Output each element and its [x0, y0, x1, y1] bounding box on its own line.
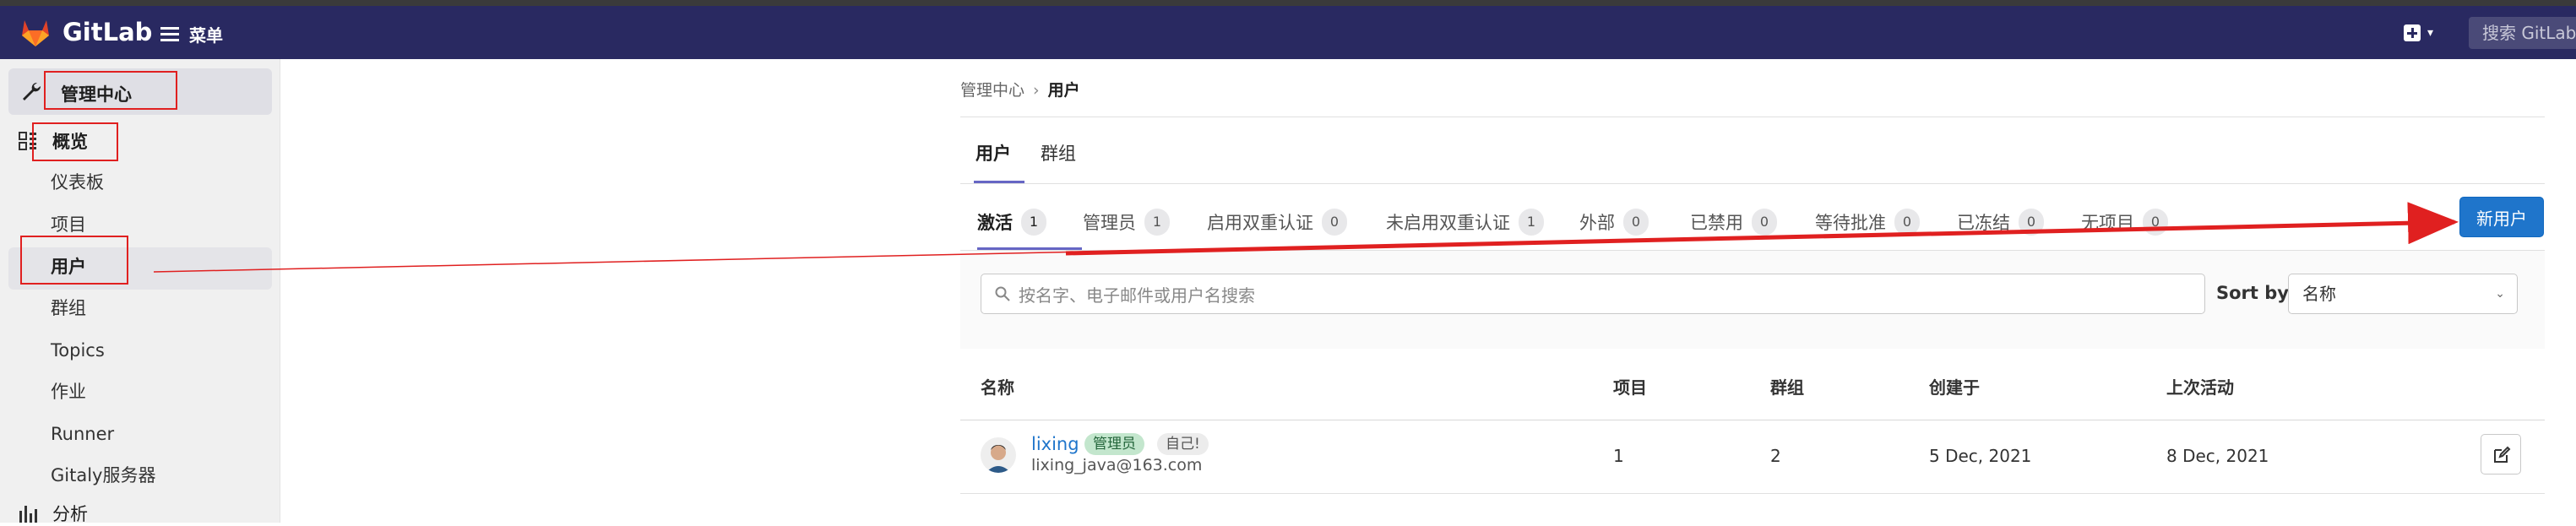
tab-groups[interactable]: 群组	[1041, 137, 1076, 183]
filter-tab-2fa-enabled[interactable]: 启用双重认证 0	[1207, 194, 1347, 250]
column-header-last-activity: 上次活动	[2166, 377, 2234, 398]
filter-bar: 按名字、电子邮件或用户名搜索 Sort by 名称 ⌄	[960, 251, 2545, 349]
filter-tab-label: 激活	[977, 213, 1013, 233]
count-badge: 0	[2019, 209, 2044, 236]
breadcrumb-parent[interactable]: 管理中心	[960, 81, 1024, 100]
sidebar-header-admin[interactable]: 管理中心	[8, 68, 272, 115]
sort-dropdown[interactable]: 名称 ⌄	[2288, 274, 2518, 314]
breadcrumb-chevron-icon: ›	[1033, 81, 1040, 100]
top-navbar: GitLab 菜单 ▾ 搜索 GitLab	[0, 6, 2576, 59]
user-name-link[interactable]: lixing	[1031, 434, 1079, 454]
edit-user-button[interactable]	[2481, 434, 2521, 474]
count-badge: 0	[1322, 209, 1347, 236]
count-badge: 0	[1752, 209, 1777, 236]
admin-sidebar: 管理中心 概览 仪表板 项目 用户 群组 Topics 作业 Runner Gi…	[0, 59, 280, 524]
plus-square-icon	[2404, 24, 2421, 41]
sidebar-item-projects[interactable]: 项目	[51, 212, 86, 237]
user-filter-tabs: 激活 1 管理员 1 启用双重认证 0 未启用双重认证 1 外部 0 已禁用 0 等待批准 0…	[960, 194, 2545, 251]
sidebar-section-label: 概览	[52, 132, 88, 152]
filter-tab-label: 无项目	[2081, 213, 2134, 233]
filter-tab-active[interactable]: 激活 1	[977, 194, 1082, 250]
sidebar-item-jobs[interactable]: 作业	[51, 379, 86, 404]
filter-tab-pending-approval[interactable]: 等待批准 0	[1815, 194, 1920, 250]
sidebar-active-highlight	[8, 247, 272, 290]
sort-value: 名称	[2302, 284, 2336, 304]
filter-tab-without-projects[interactable]: 无项目 0	[2081, 194, 2168, 250]
hamburger-icon	[160, 26, 179, 41]
tab-users[interactable]: 用户	[974, 137, 1024, 183]
global-search-input[interactable]: 搜索 GitLab	[2469, 17, 2576, 49]
self-badge: 自己!	[1157, 433, 1209, 455]
filter-tab-external[interactable]: 外部 0	[1579, 194, 1649, 250]
breadcrumb-current: 用户	[1047, 81, 1080, 100]
sidebar-item-runner[interactable]: Runner	[51, 421, 114, 447]
filter-tab-label: 等待批准	[1815, 213, 1886, 233]
analytics-chart-icon	[19, 506, 37, 523]
sort-label: Sort by	[2216, 283, 2289, 303]
top-tabs: 用户 群组	[960, 137, 2545, 184]
user-created-date: 5 Dec, 2021	[1929, 446, 2032, 466]
count-badge: 0	[1894, 209, 1920, 236]
sidebar-item-users[interactable]: 用户	[51, 254, 86, 279]
new-dropdown-button[interactable]: ▾	[2404, 21, 2443, 45]
user-email: lixing_java@163.com	[1031, 456, 1203, 474]
sidebar-item-gitaly[interactable]: Gitaly服务器	[51, 463, 155, 488]
table-row: lixing 管理员 自己! lixing_java@163.com 1 2 5…	[960, 420, 2545, 494]
window-top-strip	[0, 0, 2576, 6]
filter-tab-label: 未启用双重认证	[1386, 213, 1510, 233]
sidebar-item-dashboard[interactable]: 仪表板	[51, 170, 104, 195]
edit-icon	[2494, 446, 2511, 463]
filter-tab-label: 已冻结	[1957, 213, 2010, 233]
count-badge: 0	[2143, 209, 2168, 236]
count-badge: 0	[1623, 209, 1649, 236]
filter-tab-blocked[interactable]: 已禁用 0	[1690, 194, 1777, 250]
menu-label: 菜单	[189, 24, 223, 46]
avatar[interactable]	[981, 437, 1016, 473]
filter-tab-admins[interactable]: 管理员 1	[1083, 194, 1170, 250]
user-group-count: 2	[1770, 446, 1781, 466]
filter-tab-banned[interactable]: 已冻结 0	[1957, 194, 2044, 250]
gitlab-logo-icon[interactable]	[19, 17, 52, 47]
count-badge: 1	[1021, 209, 1046, 236]
user-project-count: 1	[1613, 446, 1624, 466]
breadcrumb: 管理中心 › 用户	[960, 78, 1080, 100]
count-badge: 1	[1144, 209, 1170, 236]
search-icon	[995, 286, 1010, 301]
filter-tab-label: 已禁用	[1690, 213, 1743, 233]
admin-badge: 管理员	[1084, 433, 1144, 455]
brand-name[interactable]: GitLab	[62, 18, 152, 46]
sidebar-section-overview[interactable]: 概览	[19, 127, 88, 155]
overview-grid-icon	[19, 132, 36, 150]
filter-tab-label: 管理员	[1083, 213, 1136, 233]
column-header-name: 名称	[981, 377, 1014, 398]
column-header-projects: 项目	[1613, 377, 1647, 398]
sidebar-item-groups[interactable]: 群组	[51, 296, 86, 321]
chevron-down-icon: ▾	[2427, 26, 2434, 40]
user-last-activity: 8 Dec, 2021	[2166, 446, 2269, 466]
filter-tab-label: 启用双重认证	[1207, 213, 1313, 233]
filter-tab-2fa-disabled[interactable]: 未启用双重认证 1	[1386, 194, 1544, 250]
column-header-created: 创建于	[1929, 377, 1980, 398]
menu-button[interactable]: 菜单	[160, 23, 223, 46]
filter-tab-label: 外部	[1579, 213, 1615, 233]
sidebar-item-topics[interactable]: Topics	[51, 338, 105, 363]
chevron-down-icon: ⌄	[2495, 287, 2505, 301]
wrench-icon	[23, 82, 41, 100]
table-header: 名称 项目 群组 创建于 上次活动	[960, 349, 2545, 420]
search-placeholder: 按名字、电子邮件或用户名搜索	[1019, 285, 1255, 306]
column-header-groups: 群组	[1770, 377, 1804, 398]
new-user-button[interactable]: 新用户	[2459, 197, 2544, 237]
count-badge: 1	[1519, 209, 1544, 236]
user-search-input[interactable]: 按名字、电子邮件或用户名搜索	[981, 274, 2205, 314]
sidebar-title: 管理中心	[61, 84, 132, 105]
